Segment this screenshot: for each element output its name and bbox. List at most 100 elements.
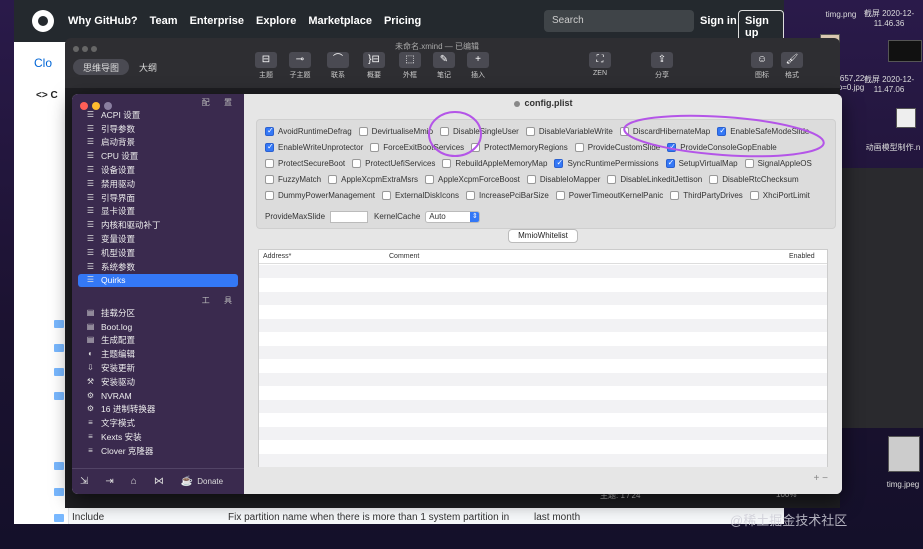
repo-name-fragment[interactable]: Clo	[34, 56, 52, 70]
sidebar-item-tool[interactable]: ▤ 生成配置	[78, 334, 238, 348]
toolbar-zen-button[interactable]: ⛶ ZEN	[585, 52, 615, 77]
toolbar-format-button[interactable]: 🖌 格式	[777, 52, 807, 80]
export-icon[interactable]: ⇥	[105, 476, 113, 487]
sidebar-item-tool[interactable]: ⚙ 16 进制转换器	[78, 403, 238, 417]
table-row[interactable]	[259, 346, 827, 359]
import-icon[interactable]: ⇲	[80, 476, 88, 487]
table-row[interactable]	[259, 319, 827, 332]
code-tab[interactable]: <> C	[36, 90, 58, 101]
sidebar-item-tool[interactable]: ▤ 挂载分区	[78, 306, 238, 320]
quirk-checkbox[interactable]: DisableLinkeditJettison	[607, 175, 702, 184]
desktop-file-label[interactable]: timg.jpeg	[868, 480, 923, 489]
github-nav-item[interactable]: Explore	[256, 15, 296, 27]
quirk-checkbox[interactable]: ProtectMemoryRegions	[471, 143, 568, 152]
column-address[interactable]: Address*	[263, 253, 291, 260]
table-row[interactable]	[259, 454, 827, 467]
sidebar-item-config[interactable]: ☰ 禁用驱动	[78, 177, 238, 191]
quirk-checkbox[interactable]: EnableSafeModeSlide	[717, 126, 809, 136]
toolbar-insert-button[interactable]: + 插入	[463, 52, 493, 80]
quirk-checkbox[interactable]: DummyPowerManagement	[265, 191, 375, 200]
github-nav-item[interactable]: Marketplace	[308, 15, 372, 27]
quirk-checkbox[interactable]: ProtectSecureBoot	[265, 159, 345, 168]
quirk-checkbox[interactable]: ForceExitBootServices	[370, 143, 464, 152]
sidebar-item-config[interactable]: ☰ 变量设置	[78, 232, 238, 246]
quirk-checkbox[interactable]: DisableVariableWrite	[525, 127, 613, 136]
sidebar-item-config[interactable]: ☰ 启动背景	[78, 136, 238, 150]
sidebar-item-tool[interactable]: ⚒ 安装驱动	[78, 375, 238, 389]
sidebar-item-tool[interactable]: ≡ 文字模式	[78, 416, 238, 430]
table-row[interactable]	[259, 292, 827, 305]
provide-max-slide-input[interactable]	[330, 210, 369, 223]
quirk-checkbox[interactable]: SyncRuntimePermissions	[554, 158, 659, 168]
toolbar-share-button[interactable]: ⇪ 分享	[647, 52, 677, 80]
quirk-checkbox[interactable]: IncreasePciBarSize	[465, 191, 549, 200]
mmio-whitelist-button[interactable]: MmioWhitelist	[508, 229, 578, 243]
share-icon[interactable]: ⋈	[154, 476, 164, 487]
github-nav-item[interactable]: Enterprise	[190, 15, 244, 27]
column-comment[interactable]: Comment	[389, 253, 419, 260]
github-search-input[interactable]: Search	[544, 10, 694, 32]
column-enabled[interactable]: Enabled	[789, 253, 815, 260]
sidebar-item-config[interactable]: ☰ 引导界面	[78, 191, 238, 205]
file-list-row[interactable]: Include Fix partition name when there is…	[54, 512, 774, 524]
sidebar-item-config[interactable]: ☰ 引导参数	[78, 122, 238, 136]
sidebar-item-tool[interactable]: ≡ Clover 克隆器	[78, 444, 238, 458]
quirk-checkbox[interactable]: ProvideCustomSlide	[574, 143, 660, 152]
quirk-checkbox[interactable]: DisableIoMapper	[526, 175, 600, 184]
quirk-checkbox[interactable]: SetupVirtualMap	[665, 158, 738, 168]
quirk-checkbox[interactable]: DiscardHibernateMap	[619, 127, 710, 136]
quirk-checkbox[interactable]: AppleXcpmExtraMsrs	[328, 175, 418, 184]
tab-outline[interactable]: 大纲	[129, 59, 167, 75]
quirk-checkbox[interactable]: ProvideConsoleGopEnable	[667, 142, 777, 152]
donate-button[interactable]: ☕ Donate	[181, 476, 223, 487]
quirk-checkbox[interactable]: SignalAppleOS	[744, 159, 812, 168]
image-thumbnail[interactable]	[888, 436, 920, 472]
desktop-file-label[interactable]: 动画模型制作.n	[858, 142, 923, 153]
desktop-file-label[interactable]: 截屏 2020-12- 11.47.06	[854, 74, 923, 94]
add-remove-buttons[interactable]: + −	[814, 473, 828, 484]
table-row[interactable]	[259, 306, 827, 319]
desktop-file-label[interactable]: 截屏 2020-12- 11.46.36	[854, 8, 923, 28]
table-row[interactable]	[259, 373, 827, 386]
quirk-checkbox[interactable]: XhciPortLimit	[749, 191, 810, 200]
sidebar-item-tool[interactable]: ⚙ NVRAM	[78, 389, 238, 403]
document-thumbnail[interactable]	[896, 108, 916, 128]
sidebar-item-config[interactable]: ☰ 设备设置	[78, 163, 238, 177]
sidebar-item-config[interactable]: ☰ 机型设置	[78, 246, 238, 260]
github-nav-item[interactable]: Why GitHub?	[68, 15, 138, 27]
quirk-checkbox[interactable]: ProtectUefiServices	[352, 159, 435, 168]
quirk-checkbox[interactable]: RebuildAppleMemoryMap	[442, 159, 547, 168]
table-row[interactable]	[259, 360, 827, 373]
toolbar-relation-button[interactable]: ⌒ 联系	[323, 52, 353, 80]
github-nav-item[interactable]: Pricing	[384, 15, 421, 27]
github-nav-item[interactable]: Team	[150, 15, 178, 27]
sidebar-item-config[interactable]: ☰ 显卡设置	[78, 205, 238, 219]
quirk-checkbox[interactable]: AvoidRuntimeDefrag	[265, 126, 352, 136]
table-row[interactable]	[259, 387, 827, 400]
sidebar-item-tool[interactable]: ⇩ 安装更新	[78, 361, 238, 375]
sidebar-item-config[interactable]: ☰ CPU 设置	[78, 149, 238, 163]
sidebar-item-config[interactable]: ☰ 内核和驱动补丁	[78, 218, 238, 232]
tab-mindmap[interactable]: 思维导图	[73, 59, 130, 75]
toolbar-icon-button[interactable]: ☺ 图标	[747, 52, 777, 80]
window-controls[interactable]	[73, 43, 100, 55]
github-sign-in-link[interactable]: Sign in	[700, 15, 737, 27]
table-row[interactable]	[259, 279, 827, 292]
quirk-checkbox[interactable]: DisableRtcChecksum	[709, 175, 799, 184]
toolbar-subtopic-button[interactable]: ⊸ 子主题	[285, 52, 315, 80]
quirk-checkbox[interactable]: FuzzyMatch	[265, 175, 321, 184]
sidebar-item-tool[interactable]: ≡ Kexts 安装	[78, 430, 238, 444]
home-icon[interactable]: ⌂	[131, 476, 137, 487]
quirk-checkbox[interactable]: PowerTimeoutKernelPanic	[555, 191, 663, 200]
toolbar-boundary-button[interactable]: ⬚ 外框	[395, 52, 425, 80]
sidebar-item-tool[interactable]: ▤ Boot.log	[78, 320, 238, 334]
table-row[interactable]	[259, 400, 827, 413]
file-name[interactable]: Include	[72, 512, 104, 523]
quirk-checkbox[interactable]: DisableSingleUser	[440, 127, 519, 136]
toolbar-topic-button[interactable]: ⊟ 主题	[251, 52, 281, 80]
commit-message[interactable]: Fix partition name when there is more th…	[228, 512, 509, 523]
kernel-cache-select[interactable]: Auto	[425, 210, 481, 223]
quirk-checkbox[interactable]: ExternalDiskIcons	[381, 191, 459, 200]
table-row[interactable]	[259, 441, 827, 454]
table-row[interactable]	[259, 414, 827, 427]
